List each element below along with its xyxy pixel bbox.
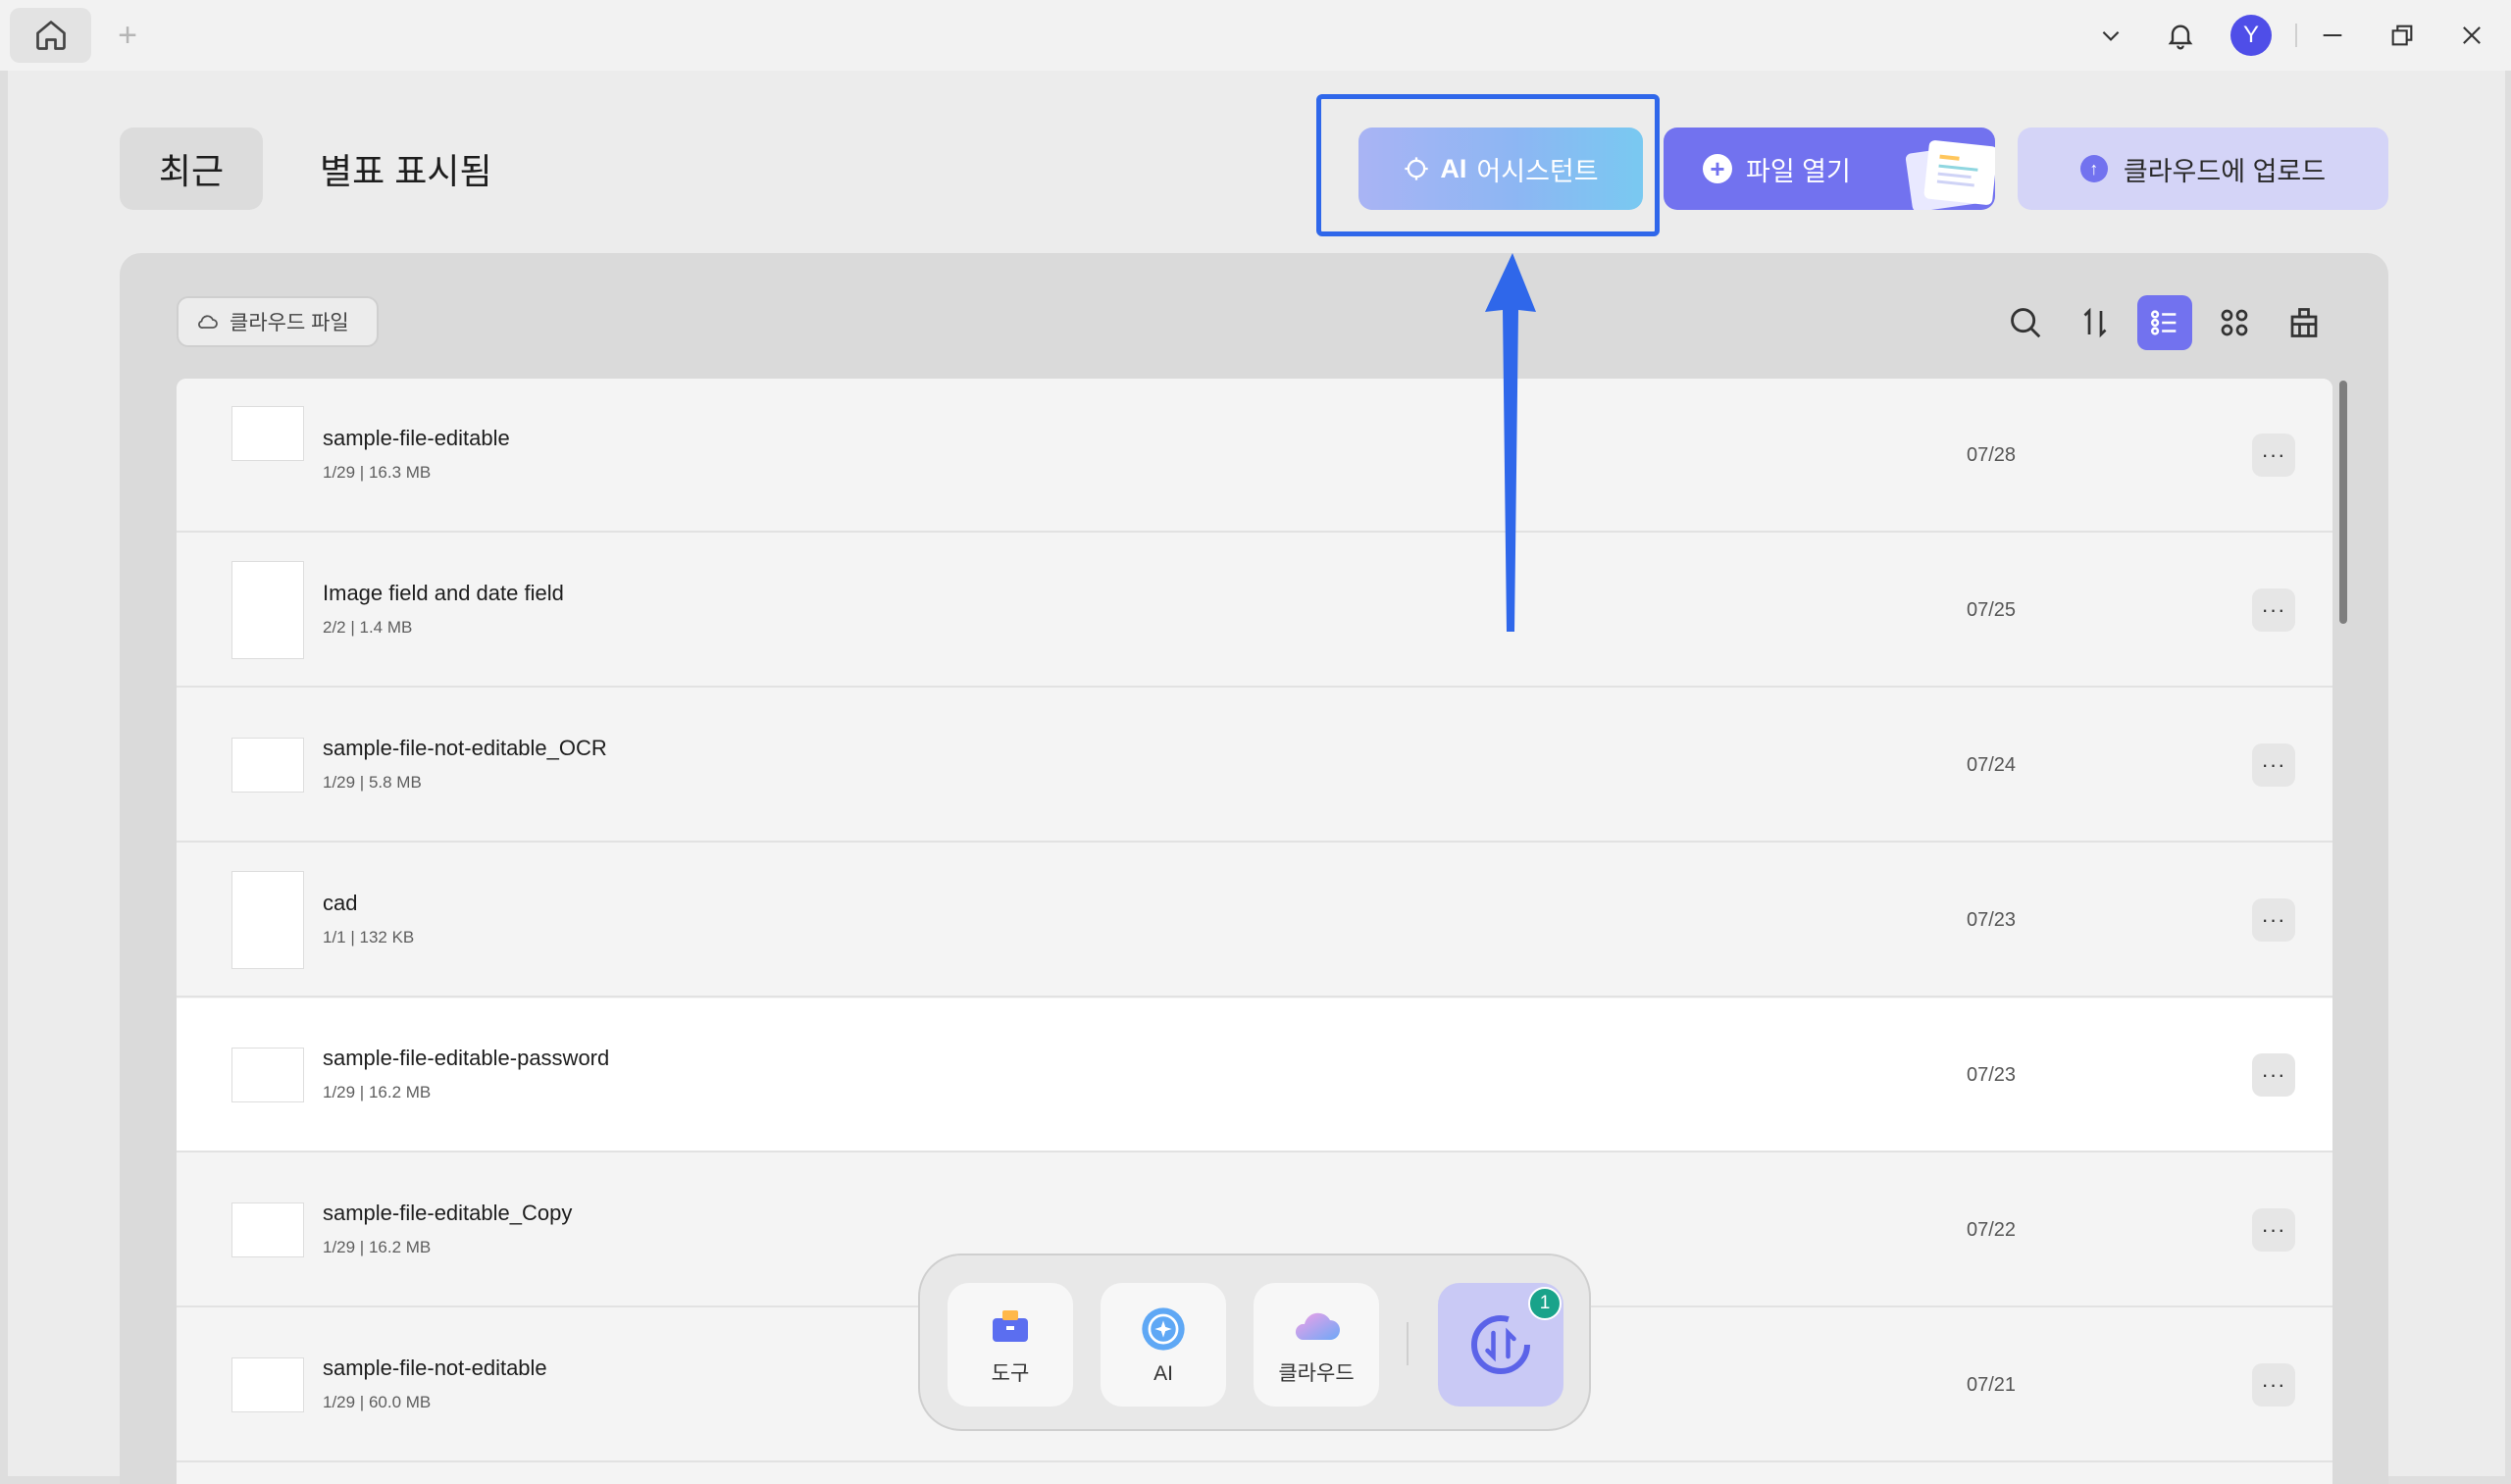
titlebar-divider (2295, 24, 2297, 47)
ai-orb-icon (1142, 1307, 1185, 1351)
open-file-label: 파일 열기 (1746, 156, 1851, 186)
file-name: cad (323, 891, 358, 915)
dock-tools-button[interactable]: 도구 (948, 1283, 1073, 1407)
toolbox-icon (993, 1310, 1028, 1342)
dock-cloud-label: 클라우드 (1278, 1362, 1355, 1385)
cloud-gradient-icon (1295, 1312, 1340, 1340)
search-icon[interactable] (2003, 300, 2048, 345)
file-meta: 1/29 | 16.3 MB (323, 463, 432, 482)
more-options-button[interactable]: ··· (2252, 1053, 2295, 1097)
notification-badge: 1 (1528, 1287, 1562, 1320)
cloud-icon (198, 315, 218, 329)
dock-ai-label: AI (1153, 1362, 1173, 1385)
file-meta: 1/29 | 16.2 MB (323, 1083, 432, 1101)
cloud-files-filter[interactable]: 클라우드 파일 (177, 296, 379, 347)
file-name: sample-file-not-editable_OCR (323, 736, 607, 760)
dock-cloud-button[interactable]: 클라우드 (1254, 1283, 1379, 1407)
file-thumbnail (231, 406, 304, 461)
grid-view-icon[interactable] (2212, 300, 2257, 345)
file-date: 07/25 (1967, 599, 2017, 621)
file-meta: 1/29 | 5.8 MB (323, 773, 422, 792)
file-thumbnail (231, 1357, 304, 1412)
file-meta: 1/29 | 60.0 MB (323, 1393, 432, 1411)
file-date: 07/23 (1967, 909, 2017, 931)
bottom-dock: 도구 AI 클라우드 1 (918, 1254, 1591, 1431)
dock-ai-button[interactable]: AI (1101, 1283, 1226, 1407)
more-options-button[interactable]: ··· (2252, 743, 2295, 787)
close-icon[interactable] (2452, 16, 2491, 55)
file-date: 07/24 (1967, 754, 2017, 776)
cloud-files-label: 클라우드 파일 (230, 312, 349, 334)
file-thumbnail (231, 1203, 304, 1257)
more-options-button[interactable]: ··· (2252, 434, 2295, 477)
file-name: sample-file-not-editable (323, 1356, 547, 1380)
home-tab[interactable] (10, 8, 91, 63)
file-name: sample-file-editable_Copy (323, 1201, 573, 1225)
file-thumbnail (231, 738, 304, 793)
dock-tools-label: 도구 (991, 1362, 1030, 1385)
open-file-button[interactable]: + 파일 열기 (1664, 128, 1995, 210)
list-item[interactable]: cad 1/1 | 132 KB 07/23 ··· (177, 844, 2332, 998)
file-thumbnail (231, 561, 304, 659)
document-icon (1923, 139, 1995, 206)
more-options-button[interactable]: ··· (2252, 1208, 2295, 1252)
annotation-arrow (1485, 253, 1536, 632)
list-item[interactable]: sample-file-editable 1/29 | 16.3 MB 07/2… (177, 379, 2332, 533)
dock-divider (1407, 1322, 1409, 1365)
minimize-icon[interactable] (2313, 16, 2352, 55)
more-options-button[interactable]: ··· (2252, 898, 2295, 942)
file-meta: 2/2 | 1.4 MB (323, 618, 413, 637)
avatar[interactable]: Y (2230, 15, 2272, 56)
bell-icon[interactable] (2161, 16, 2200, 55)
list-item[interactable]: sample-file-editable-password 1/29 | 16.… (177, 998, 2332, 1152)
file-name: Image field and date field (323, 581, 564, 605)
more-options-button[interactable]: ··· (2252, 588, 2295, 632)
new-tab-button[interactable]: + (108, 16, 147, 55)
tab-recent[interactable]: 최근 (120, 128, 263, 210)
plus-circle-icon: + (1703, 154, 1732, 183)
file-date: 07/22 (1967, 1219, 2017, 1241)
file-meta: 1/29 | 16.2 MB (323, 1238, 432, 1256)
chevron-down-icon[interactable] (2091, 16, 2130, 55)
file-date: 07/21 (1967, 1374, 2017, 1396)
file-date: 07/23 (1967, 1064, 2017, 1086)
file-thumbnail (231, 871, 304, 969)
dock-convert-button[interactable]: 1 (1438, 1283, 1563, 1407)
home-icon (35, 21, 66, 50)
sort-icon[interactable] (2073, 300, 2118, 345)
upload-to-cloud-button[interactable]: ↑ 클라우드에 업로드 (2018, 128, 2388, 210)
more-options-button[interactable]: ··· (2252, 1363, 2295, 1407)
file-name: sample-file-editable-password (323, 1046, 610, 1070)
file-date: 07/28 (1967, 444, 2017, 466)
list-item[interactable]: Image field and date field 2/2 | 1.4 MB … (177, 534, 2332, 688)
highlight-annotation-box (1316, 94, 1660, 236)
upload-label: 클라우드에 업로드 (2123, 156, 2327, 186)
file-thumbnail (231, 1048, 304, 1102)
title-bar: + Y (0, 0, 2511, 71)
clear-icon[interactable] (2281, 300, 2327, 345)
convert-arrows-icon (1471, 1315, 1530, 1374)
file-meta: 1/1 | 132 KB (323, 928, 415, 947)
scrollbar[interactable] (2339, 381, 2347, 624)
upload-arrow-icon: ↑ (2079, 155, 2108, 182)
list-view-icon[interactable] (2137, 295, 2192, 350)
restore-icon[interactable] (2383, 16, 2422, 55)
list-item[interactable]: sample-file-not-editable_OCR 1/29 | 5.8 … (177, 689, 2332, 843)
file-name: sample-file-editable (323, 426, 510, 450)
tab-starred[interactable]: 별표 표시됨 (320, 128, 492, 210)
